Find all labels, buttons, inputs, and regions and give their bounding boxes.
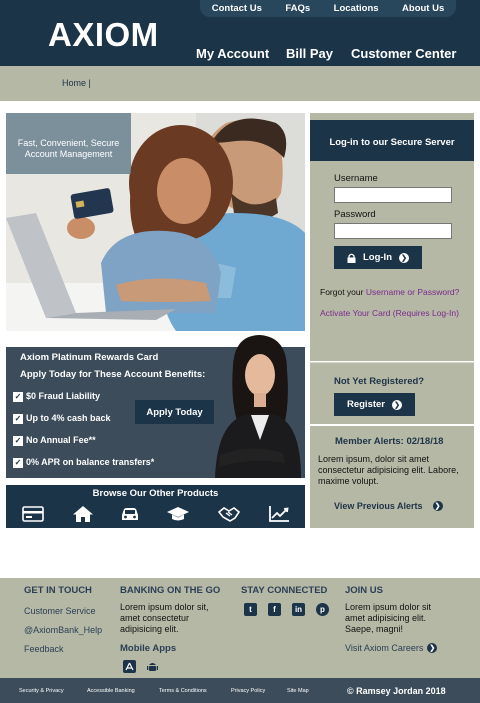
pinterest-icon[interactable]: p (316, 603, 329, 616)
woman-portrait-illustration (215, 335, 301, 478)
rewards-title: Axiom Platinum Rewards Card (20, 352, 159, 363)
username-field[interactable] (334, 187, 452, 203)
forgot-credentials-link[interactable]: Username or Password? (366, 287, 460, 297)
browse-products-title: Browse Our Other Products (92, 488, 219, 499)
twitter-icon[interactable]: t (244, 603, 257, 616)
customer-service-link[interactable]: Customer Service (24, 606, 96, 616)
car-icon[interactable] (119, 505, 141, 523)
top-links-bar: Contact Us FAQs Locations About Us (200, 0, 456, 17)
login-button-label: Log-In (362, 252, 392, 263)
chart-icon[interactable] (268, 505, 290, 523)
security-privacy-link[interactable]: Security & Privacy (19, 688, 64, 694)
arrow-circle-icon: ❯ (427, 643, 438, 653)
site-map-link[interactable]: Site Map (287, 688, 309, 694)
activate-card-link[interactable]: Activate Your Card (Requires Log-In) (320, 308, 459, 318)
banking-text: Lorem ipsum dolor sit, amet consectetur … (120, 602, 209, 634)
breadcrumb[interactable]: Home | (62, 78, 91, 88)
forgot-prefix: Forgot your (320, 287, 366, 297)
facebook-icon[interactable]: f (268, 603, 281, 616)
credit-card-icon[interactable] (22, 505, 44, 523)
check-icon: ✓ (13, 457, 23, 468)
app-store-glyph (125, 662, 134, 671)
nav-bill-pay[interactable]: Bill Pay (286, 46, 333, 61)
benefit-item: ✓ Up to 4% cash back (13, 413, 111, 424)
login-title: Log-in to our Secure Server (310, 120, 474, 161)
top-link-faqs[interactable]: FAQs (285, 3, 310, 14)
arrow-circle-icon: ❯ (432, 501, 443, 511)
linkedin-icon[interactable]: in (292, 603, 305, 616)
feedback-link[interactable]: Feedback (24, 644, 64, 654)
visit-careers-link[interactable]: Visit Axiom Careers ❯ (345, 643, 438, 653)
arrow-circle-icon: ❯ (392, 399, 402, 410)
apply-today-button[interactable]: Apply Today (135, 400, 214, 424)
app-store-icon[interactable] (123, 660, 136, 673)
stay-connected-heading: STAY CONNECTED (241, 585, 328, 596)
lock-icon (347, 253, 356, 263)
android-icon[interactable] (146, 660, 159, 673)
benefit-item: ✓ $0 Fraud Liability (13, 391, 100, 402)
copyright: © Ramsey Jordan 2018 (347, 686, 446, 696)
benefit-item: ✓ 0% APR on balance transfers* (13, 457, 154, 468)
hero-promo-text: Fast, Convenient, Secure Account Managem… (6, 113, 131, 174)
accessible-banking-link[interactable]: Accessible Banking (87, 688, 135, 694)
android-glyph (147, 662, 158, 671)
benefit-label: $0 Fraud Liability (26, 391, 101, 401)
forgot-credentials: Forgot your Username or Password? (320, 287, 459, 297)
benefit-label: No Annual Fee** (26, 435, 96, 445)
login-button[interactable]: Log-In ❯ (334, 246, 422, 269)
banking-heading: BANKING ON THE GO (120, 585, 221, 596)
home-icon[interactable] (72, 505, 94, 523)
privacy-policy-link[interactable]: Privacy Policy (231, 688, 265, 694)
alerts-body: Lorem ipsum, dolor sit amet consectetur … (318, 454, 459, 486)
nav-customer-center[interactable]: Customer Center (351, 46, 456, 61)
top-link-about-us[interactable]: About Us (402, 3, 444, 14)
view-previous-alerts[interactable]: View Previous Alerts ❯ (334, 501, 443, 511)
alerts-title: Member Alerts: 02/18/18 (335, 436, 444, 447)
register-button[interactable]: Register ❯ (334, 393, 415, 416)
top-link-locations[interactable]: Locations (334, 3, 379, 14)
benefit-item: ✓ No Annual Fee** (13, 435, 96, 446)
arrow-circle-icon: ❯ (399, 252, 409, 263)
get-in-touch-heading: GET IN TOUCH (24, 585, 92, 596)
username-label: Username (334, 173, 378, 184)
password-label: Password (334, 209, 376, 220)
join-us-heading: JOIN US (345, 585, 384, 596)
twitter-handle-link[interactable]: @AxiomBank_Help (24, 625, 102, 635)
join-us-text: Lorem ipsum dolor sit amet adipisicing e… (345, 602, 432, 634)
benefit-label: 0% APR on balance transfers* (26, 457, 155, 467)
top-link-contact-us[interactable]: Contact Us (212, 3, 262, 14)
benefit-label: Up to 4% cash back (26, 413, 111, 423)
register-title: Not Yet Registered? (334, 376, 425, 387)
visit-careers-label: Visit Axiom Careers (345, 643, 424, 653)
terms-conditions-link[interactable]: Terms & Conditions (159, 688, 207, 694)
site-logo[interactable]: AXIOM (48, 16, 159, 54)
nav-my-account[interactable]: My Account (196, 46, 269, 61)
mobile-apps-label: Mobile Apps (120, 643, 177, 654)
view-previous-alerts-label: View Previous Alerts (334, 501, 423, 511)
handshake-icon[interactable] (218, 505, 240, 523)
rewards-model-image (205, 335, 305, 478)
register-button-label: Register (346, 399, 385, 410)
check-icon: ✓ (13, 413, 23, 424)
check-icon: ✓ (13, 391, 23, 402)
graduation-cap-icon[interactable] (167, 505, 189, 523)
rewards-subtitle: Apply Today for These Account Benefits: (20, 369, 206, 380)
check-icon: ✓ (13, 435, 23, 446)
password-field[interactable] (334, 223, 452, 239)
